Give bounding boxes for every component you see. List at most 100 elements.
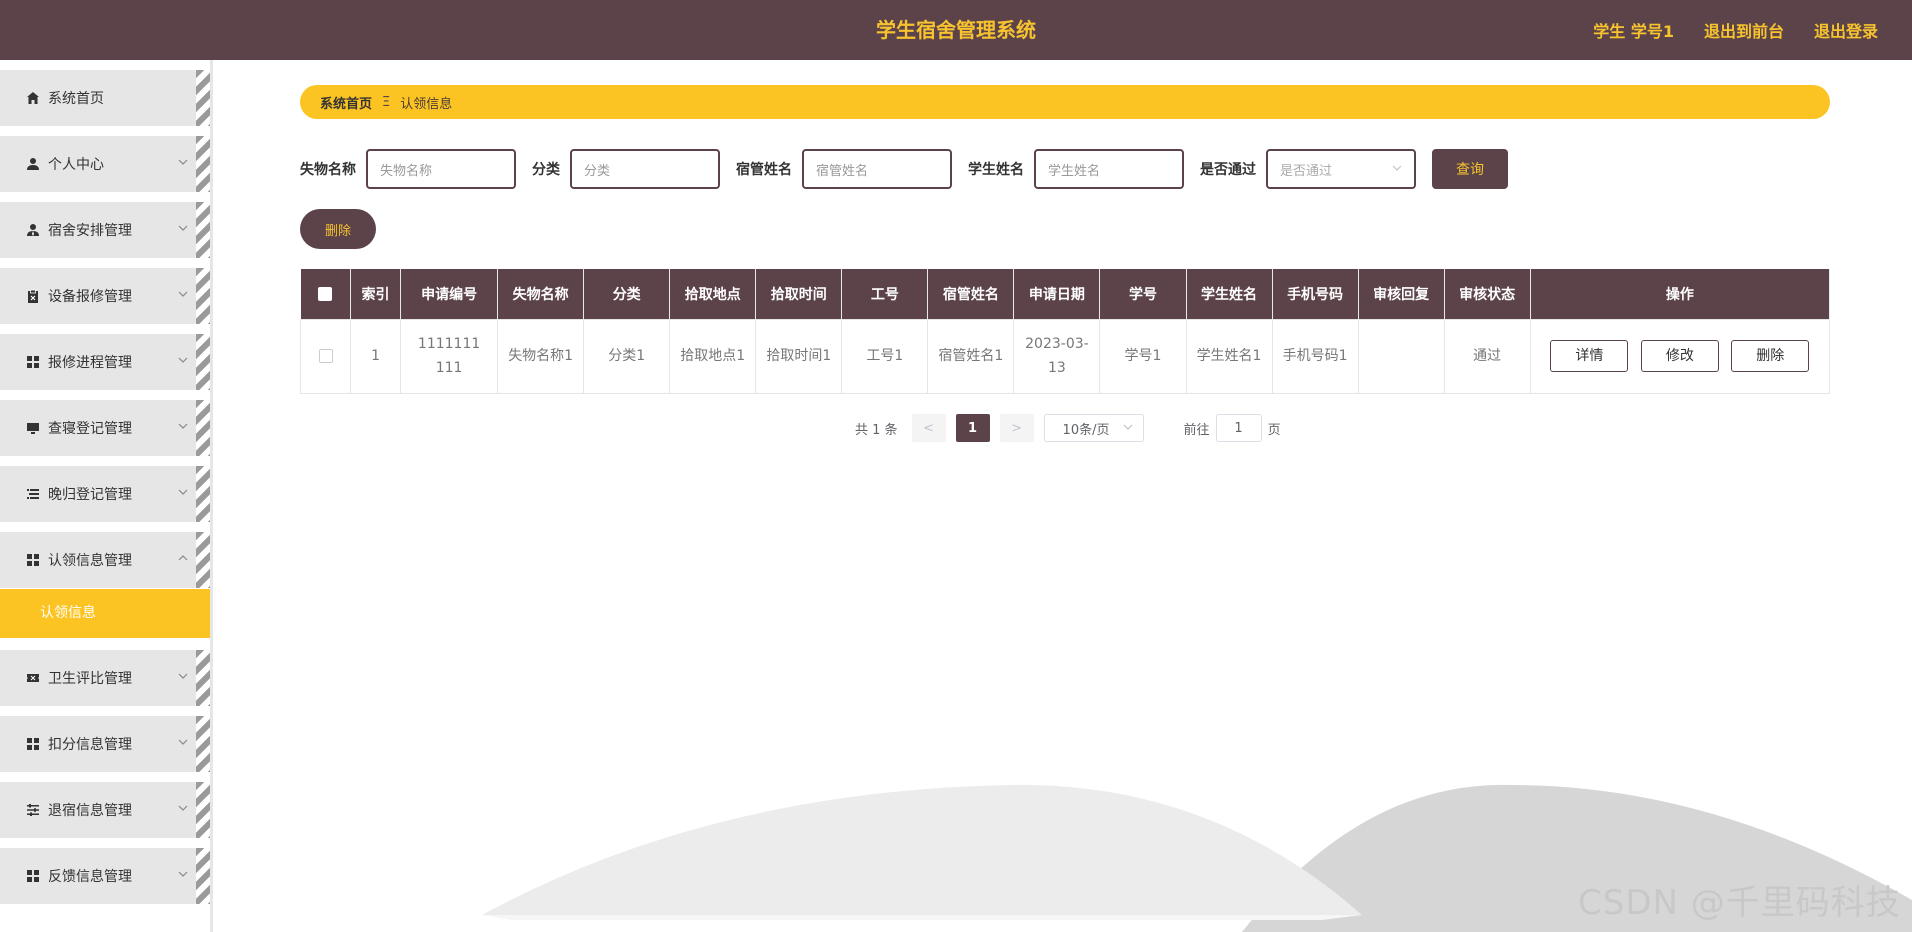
sidebar-item-stripe [196,848,210,904]
top-actions: 学生 学号1 退出到前台 退出登录 [1593,0,1878,60]
sidebar-item-stripe [196,268,210,324]
col-student-no: 学号 [1099,269,1187,319]
cell-pickup-place: 拾取地点1 [669,318,757,394]
page-size-select[interactable]: 10条/页 [1043,414,1144,442]
next-page-button[interactable]: > [999,414,1034,442]
approved-select-value: 是否通过 [1280,163,1333,179]
cell-category: 分类1 [583,318,671,394]
sidebar-item-stripe [196,532,210,588]
batch-delete-button[interactable]: 删除 [300,209,376,249]
sidebar-item-12[interactable]: 反馈信息管理 [0,848,210,904]
cell-staff-no: 工号1 [841,318,929,394]
row-checkbox[interactable] [318,349,333,363]
home-icon [26,91,40,105]
category-label: 分类 [532,162,560,178]
sidebar-item-8[interactable]: 认领信息管理 [0,532,210,588]
row-delete-button[interactable]: 删除 [1731,340,1810,372]
sidebar-item-3[interactable]: 宿舍安排管理 [0,202,210,258]
cell-manager-name: 宿管姓名1 [927,318,1015,394]
sidebar-item-content: 认领信息管理 [0,532,200,588]
breadcrumb-current: 认领信息 [400,96,453,112]
edit-button[interactable]: 修改 [1640,340,1719,372]
prev-page-button[interactable]: < [911,414,946,442]
cell-pickup-time: 拾取时间1 [755,318,843,394]
sidebar-item-label: 设备报修管理 [48,289,132,305]
page-size-value: 10条/页 [1062,422,1110,438]
sidebar-item-label: 系统首页 [48,91,104,107]
sidebar-item-4[interactable]: 设备报修管理 [0,268,210,324]
sidebar-item-5[interactable]: 报修进程管理 [0,334,210,390]
col-category: 分类 [583,269,671,319]
chevron-down-icon[interactable] [177,420,189,432]
chevron-down-icon[interactable] [177,802,189,814]
col-apply-date: 申请日期 [1013,269,1101,319]
sidebar-item-stripe [196,136,210,192]
query-button[interactable]: 查询 [1432,149,1508,189]
sidebar-item-stripe [196,334,210,390]
sidebar-item-content: 反馈信息管理 [0,848,200,904]
approved-label: 是否通过 [1200,162,1256,178]
col-item-name: 失物名称 [497,269,585,319]
grid-icon [26,869,40,883]
sidebar-item-content: 宿舍安排管理 [0,202,200,258]
logout-link[interactable]: 退出登录 [1814,18,1878,42]
sidebar-item-label: 卫生评比管理 [48,671,132,687]
cell-student-no: 学号1 [1099,318,1187,394]
col-apply-no: 申请编号 [400,269,499,319]
sidebar-item-content: 个人中心 [0,136,200,192]
sidebar-item-6[interactable]: 查寝登记管理 [0,400,210,456]
exit-to-front-link[interactable]: 退出到前台 [1704,18,1784,42]
sidebar-item-label: 晚归登记管理 [48,487,132,503]
sidebar-item-9[interactable]: 卫生评比管理 [0,650,210,706]
current-user-label[interactable]: 学生 学号1 [1593,18,1674,42]
sidebar-item-2[interactable]: 个人中心 [0,136,210,192]
monitor-icon [26,421,40,435]
detail-button[interactable]: 详情 [1550,340,1629,372]
page-suffix-label: 页 [1267,422,1281,438]
manager-name-input[interactable]: 宿管姓名 [802,149,952,189]
cell-status: 通过 [1443,318,1531,394]
student-name-input[interactable]: 学生姓名 [1034,149,1184,189]
chevron-down-icon[interactable] [177,736,189,748]
sidebar-item-content: 查寝登记管理 [0,400,200,456]
approved-select[interactable]: 是否通过 [1266,149,1416,189]
page-number-current[interactable]: 1 [955,414,990,442]
clipboard-icon [26,289,40,303]
col-index: 索引 [350,269,402,319]
chevron-down-icon[interactable] [177,670,189,682]
category-input[interactable]: 分类 [570,149,720,189]
chevron-down-icon[interactable] [177,354,189,366]
chevron-down-icon[interactable] [177,222,189,234]
sidebar-item-10[interactable]: 扣分信息管理 [0,716,210,772]
chevron-down-icon[interactable] [177,486,189,498]
sidebar-item-7[interactable]: 晚归登记管理 [0,466,210,522]
sidebar-item-stripe [196,716,210,772]
sidebar-item-label: 认领信息管理 [48,553,132,569]
row-select-cell[interactable] [299,318,352,394]
table-row: 1 1111111111 失物名称1 分类1 拾取地点1 拾取时间1 工号1 宿… [299,318,1831,394]
cell-reply [1357,318,1445,394]
chevron-down-icon[interactable] [177,288,189,300]
goto-page-input[interactable]: 1 [1215,414,1262,442]
chevron-down-icon[interactable] [177,156,189,168]
top-bar: 学生宿舍管理系统 学生 学号1 退出到前台 退出登录 [0,0,1912,60]
table-header-row: 索引 申请编号 失物名称 分类 拾取地点 拾取时间 工号 宿管姓名 申请日期 学… [300,269,1831,319]
select-all-checkbox[interactable] [318,286,333,301]
col-status: 审核状态 [1444,269,1531,319]
cell-apply-no-text: 1111111111 [417,336,481,376]
breadcrumb-home[interactable]: 系统首页 [320,93,372,112]
submenu-item-claim-info[interactable]: 认领信息 [0,589,210,638]
sidebar-item-stripe [196,70,210,126]
sidebar-item-1[interactable]: 系统首页 [0,70,210,126]
sidebar: 系统首页 个人中心 宿舍安排管理 设备报修管理 报修进程管理 查寝登记管理 晚归登记管理 认领… [0,60,212,932]
chevron-down-icon[interactable] [177,868,189,880]
cell-phone: 手机号码1 [1271,318,1359,394]
pagination-total: 共 1 条 [855,422,898,438]
student-name-label: 学生姓名 [968,162,1024,178]
select-all-cell[interactable] [300,269,352,319]
search-form: 失物名称 失物名称 分类 分类 宿管姓名 宿管姓名 学生姓名 学生姓名 是否通过… [300,148,1508,190]
item-name-input[interactable]: 失物名称 [366,149,516,189]
chevron-up-icon[interactable] [177,552,189,564]
sidebar-item-11[interactable]: 退宿信息管理 [0,782,210,838]
sidebar-item-stripe [196,400,210,456]
